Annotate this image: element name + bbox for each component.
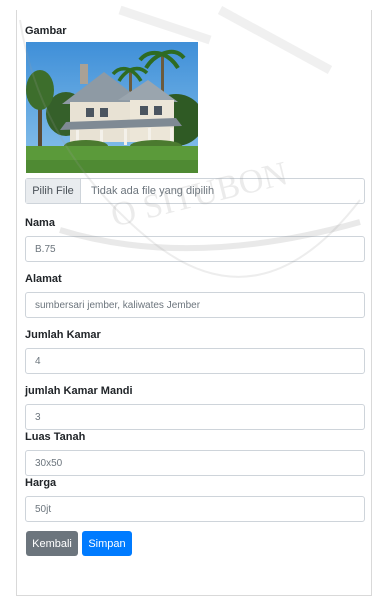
kembali-button[interactable]: Kembali — [26, 531, 78, 556]
nama-input[interactable]: B.75 — [25, 236, 365, 262]
file-status-text: Tidak ada file yang dipilih — [91, 185, 215, 197]
kamar-mandi-input[interactable]: 3 — [25, 404, 365, 430]
luas-tanah-label: Luas Tanah — [25, 431, 86, 443]
simpan-button[interactable]: Simpan — [82, 531, 132, 556]
kamar-mandi-label: jumlah Kamar Mandi — [25, 385, 133, 397]
nama-label: Nama — [25, 217, 55, 229]
jumlah-kamar-label: Jumlah Kamar — [25, 329, 101, 341]
gambar-label: Gambar — [25, 25, 67, 37]
luas-tanah-input[interactable]: 30x50 — [25, 450, 365, 476]
harga-input[interactable]: 50jt — [25, 496, 365, 522]
alamat-input[interactable]: sumbersari jember, kaliwates Jember — [25, 292, 365, 318]
harga-label: Harga — [25, 477, 57, 489]
file-input[interactable]: Pilih File Tidak ada file yang dipilih — [25, 178, 365, 204]
jumlah-kamar-input[interactable]: 4 — [25, 348, 365, 374]
house-image — [26, 42, 198, 173]
alamat-label: Alamat — [25, 273, 62, 285]
choose-file-button[interactable]: Pilih File — [26, 179, 81, 203]
